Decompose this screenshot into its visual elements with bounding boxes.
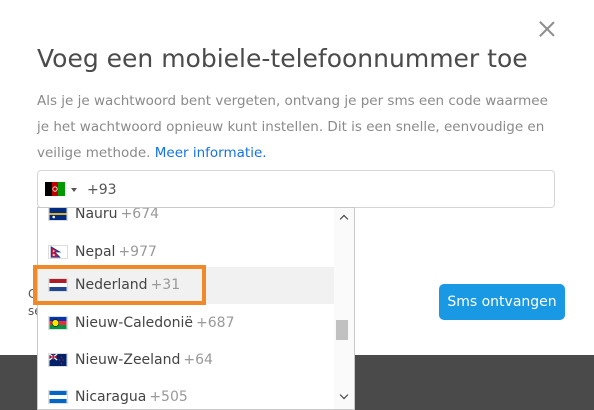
chevron-down-icon xyxy=(71,188,77,192)
dialog-description: Als je je wachtwoord bent vergeten, ontv… xyxy=(37,88,557,166)
country-option-netherlands[interactable]: Nederland +31 xyxy=(38,267,334,304)
new-caledonia-flag-icon xyxy=(48,316,68,330)
country-option-label: Nieuw-Caledonië +687 xyxy=(75,315,235,331)
chevron-down-icon[interactable] xyxy=(338,392,350,402)
close-icon[interactable] xyxy=(538,20,556,38)
country-option-new-zealand[interactable]: Nieuw-Zeeland +64 xyxy=(38,342,334,379)
country-option-label: Nederland +31 xyxy=(75,277,181,293)
scrollbar-thumb[interactable] xyxy=(336,320,348,340)
more-info-link[interactable]: Meer informatie. xyxy=(155,145,267,161)
country-option-label: Nicaragua +505 xyxy=(75,389,188,405)
description-text: Als je je wachtwoord bent vergeten, ontv… xyxy=(37,93,548,161)
nepal-flag-icon xyxy=(48,245,68,259)
country-dropdown: Nauru +674 Nepal +977 Nederland +31 Nieuw-C… xyxy=(37,207,355,410)
new-zealand-flag-icon xyxy=(48,353,68,367)
dialog-title: Voeg een mobiele-telefoonnummer toe xyxy=(37,44,528,73)
country-option-new-caledonia[interactable]: Nieuw-Caledonië +687 xyxy=(38,305,334,342)
chevron-up-icon[interactable] xyxy=(338,213,350,223)
country-option-label: Nauru +674 xyxy=(75,207,160,222)
netherlands-flag-icon xyxy=(48,278,68,292)
country-option-nicaragua[interactable]: Nicaragua +505 xyxy=(38,379,334,409)
obscured-text-left-1: C xyxy=(28,287,37,301)
nauru-flag-icon xyxy=(48,208,68,221)
country-option-nepal[interactable]: Nepal +977 xyxy=(38,234,334,271)
country-option-nauru[interactable]: Nauru +674 xyxy=(38,207,334,233)
country-selector[interactable] xyxy=(45,182,81,198)
phone-input[interactable] xyxy=(87,179,487,201)
country-option-label: Nieuw-Zeeland +64 xyxy=(75,352,213,368)
sms-receive-button[interactable]: Sms ontvangen xyxy=(439,284,565,320)
afghanistan-flag-icon xyxy=(45,182,65,196)
dropdown-scrollbar[interactable] xyxy=(334,208,354,409)
nicaragua-flag-icon xyxy=(48,390,68,404)
phone-number-field xyxy=(37,170,555,208)
country-option-label: Nepal +977 xyxy=(75,244,157,260)
